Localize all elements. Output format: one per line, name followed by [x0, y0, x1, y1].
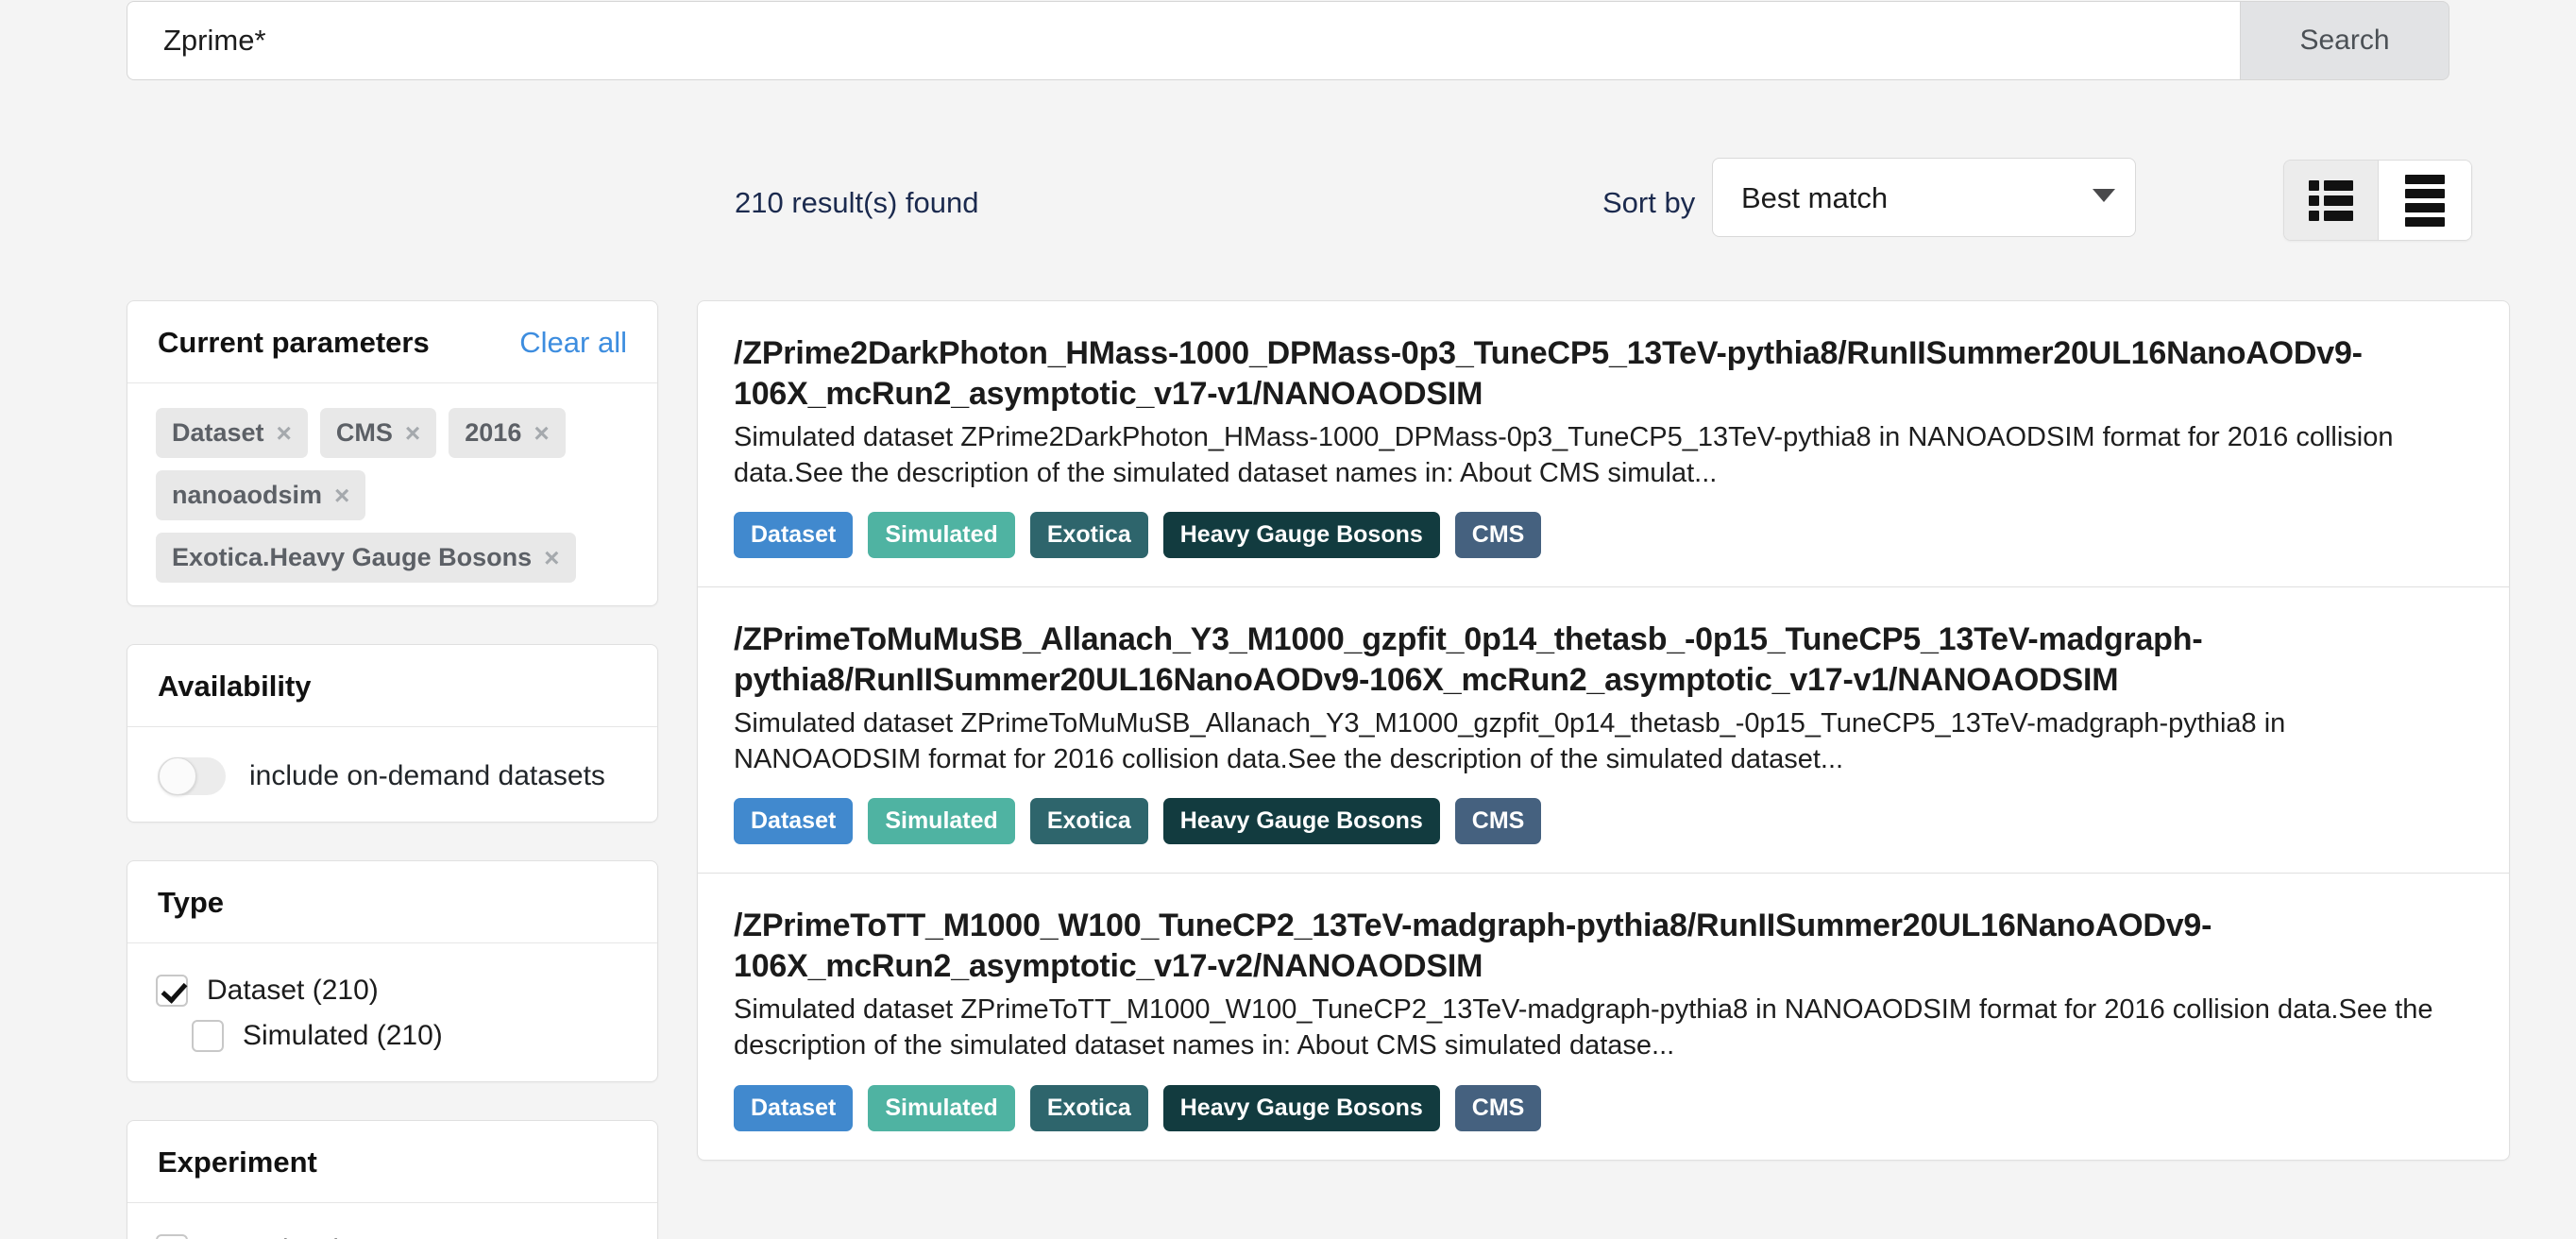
filter-pill[interactable]: Dataset ×: [156, 408, 308, 458]
search-button[interactable]: Search: [2240, 1, 2449, 80]
experiment-filter-body: CMS (210): [127, 1202, 657, 1239]
checkbox-icon[interactable]: [192, 1020, 224, 1052]
availability-title: Availability: [158, 670, 312, 703]
result-badge[interactable]: Heavy Gauge Bosons: [1162, 798, 1440, 845]
search-results-page: Search 210 result(s) found Sort by Best …: [0, 0, 2576, 1239]
filter-checkbox-label: CMS (210): [207, 1234, 344, 1239]
type-filter-body: Dataset (210) Simulated (210): [127, 942, 657, 1081]
checkbox-checked-icon[interactable]: [156, 1234, 188, 1239]
type-filter-header: Type: [127, 861, 657, 942]
type-filter-title: Type: [158, 886, 225, 919]
result-badge[interactable]: Simulated: [868, 1084, 1015, 1131]
result-title[interactable]: /ZPrime2DarkPhoton_HMass-1000_DPMass-0p3…: [734, 333, 2460, 415]
filter-pill-label: Exotica.Heavy Gauge Bosons: [172, 543, 533, 571]
filter-checkbox-label: Dataset (210): [207, 975, 379, 1006]
close-icon[interactable]: ×: [277, 419, 292, 447]
filter-pill[interactable]: Exotica.Heavy Gauge Bosons ×: [156, 533, 576, 583]
view-toggle-group: [2283, 160, 2472, 241]
result-description: Simulated dataset ZPrimeToMuMuSB_Allanac…: [734, 707, 2286, 775]
result-badges: Dataset Simulated Exotica Heavy Gauge Boson…: [734, 798, 2460, 845]
experiment-filter-title: Experiment: [158, 1146, 317, 1179]
availability-body: include on-demand datasets: [127, 726, 657, 822]
checkbox-checked-icon[interactable]: [156, 975, 188, 1007]
result-badge[interactable]: CMS: [1454, 1084, 1542, 1131]
list-icon: [2405, 174, 2445, 227]
current-parameters-card: Current parameters Clear all Dataset × CMS…: [127, 300, 658, 606]
filter-pill-label: 2016: [465, 418, 522, 447]
result-item: /ZPrime2DarkPhoton_HMass-1000_DPMass-0p3…: [698, 301, 2509, 586]
result-badge[interactable]: CMS: [1454, 798, 1542, 845]
filter-pill-label: nanoaodsim: [172, 481, 323, 509]
result-badge[interactable]: Exotica: [1029, 512, 1148, 559]
result-description: Simulated dataset ZPrimeToTT_M1000_W100_…: [734, 994, 2433, 1061]
search-input[interactable]: [127, 1, 2240, 80]
result-description: Simulated dataset ZPrime2DarkPhoton_HMas…: [734, 421, 2394, 488]
result-badge[interactable]: Dataset: [734, 798, 854, 845]
type-filter-card: Type Dataset (210) Simulated (210): [127, 860, 658, 1082]
close-icon[interactable]: ×: [534, 419, 549, 447]
sort-by-select[interactable]: Best matchMost recentOldest: [1712, 158, 2136, 237]
result-badge[interactable]: Simulated: [868, 798, 1015, 845]
availability-card: Availability include on-demand datasets: [127, 644, 658, 823]
result-item: /ZPrimeToMuMuSB_Allanach_Y3_M1000_gzpfit…: [698, 586, 2509, 873]
filter-checkbox-label: Simulated (210): [243, 1020, 443, 1051]
current-parameters-header: Current parameters Clear all: [127, 301, 657, 382]
on-demand-toggle[interactable]: [158, 757, 226, 795]
filter-checkbox-row[interactable]: CMS (210): [156, 1228, 629, 1239]
sort-by-label: Sort by: [1602, 186, 1696, 219]
result-badges: Dataset Simulated Exotica Heavy Gauge Boson…: [734, 512, 2460, 559]
filter-checkbox-row[interactable]: Dataset (210): [156, 968, 629, 1013]
results-list: /ZPrime2DarkPhoton_HMass-1000_DPMass-0p3…: [697, 300, 2510, 1161]
result-badge[interactable]: CMS: [1454, 512, 1542, 559]
experiment-filter-card: Experiment CMS (210): [127, 1120, 658, 1239]
filter-pill[interactable]: 2016 ×: [449, 408, 566, 458]
filter-pill[interactable]: nanoaodsim ×: [156, 470, 366, 520]
result-badge[interactable]: Exotica: [1029, 798, 1148, 845]
result-badge[interactable]: Heavy Gauge Bosons: [1162, 512, 1440, 559]
close-icon[interactable]: ×: [405, 419, 420, 447]
grid-view-button[interactable]: [2284, 161, 2378, 240]
toggle-knob: [159, 757, 196, 795]
search-bar: Search: [127, 1, 2449, 80]
current-parameters-body: Dataset × CMS × 2016 × nanoaodsim × Exotica.Heav…: [127, 382, 657, 605]
on-demand-toggle-label: include on-demand datasets: [249, 760, 605, 791]
close-icon[interactable]: ×: [334, 482, 349, 509]
filter-pill-label: Dataset: [172, 418, 264, 447]
filter-pill-label: CMS: [335, 418, 393, 447]
sort-by-control: Best matchMost recentOldest: [1712, 158, 2136, 237]
result-count: 210 result(s) found: [735, 186, 979, 219]
filters-sidebar: Current parameters Clear all Dataset × CMS…: [127, 300, 658, 1239]
clear-all-link[interactable]: Clear all: [519, 326, 627, 360]
close-icon[interactable]: ×: [544, 544, 559, 571]
result-item: /ZPrimeToTT_M1000_W100_TuneCP2_13TeV-mad…: [698, 873, 2509, 1159]
result-badge[interactable]: Exotica: [1029, 1084, 1148, 1131]
result-badge[interactable]: Dataset: [734, 512, 854, 559]
result-badges: Dataset Simulated Exotica Heavy Gauge Boson…: [734, 1084, 2460, 1131]
current-parameters-title: Current parameters: [158, 326, 430, 359]
experiment-filter-header: Experiment: [127, 1121, 657, 1202]
results-toolbar: 210 result(s) found Sort by Best matchMo…: [0, 158, 2576, 269]
result-badge[interactable]: Simulated: [868, 512, 1015, 559]
availability-header: Availability: [127, 645, 657, 726]
result-badge[interactable]: Dataset: [734, 1084, 854, 1131]
result-title[interactable]: /ZPrimeToTT_M1000_W100_TuneCP2_13TeV-mad…: [734, 906, 2460, 987]
active-filter-pills: Dataset × CMS × 2016 × nanoaodsim × Exotica.Heav…: [156, 408, 629, 583]
result-badge[interactable]: Heavy Gauge Bosons: [1162, 1084, 1440, 1131]
on-demand-toggle-row[interactable]: include on-demand datasets: [156, 752, 629, 799]
grid-icon: [2309, 179, 2353, 221]
result-title[interactable]: /ZPrimeToMuMuSB_Allanach_Y3_M1000_gzpfit…: [734, 620, 2460, 701]
list-view-button[interactable]: [2378, 161, 2471, 240]
filter-pill[interactable]: CMS ×: [319, 408, 437, 458]
filter-checkbox-row[interactable]: Simulated (210): [156, 1013, 629, 1059]
